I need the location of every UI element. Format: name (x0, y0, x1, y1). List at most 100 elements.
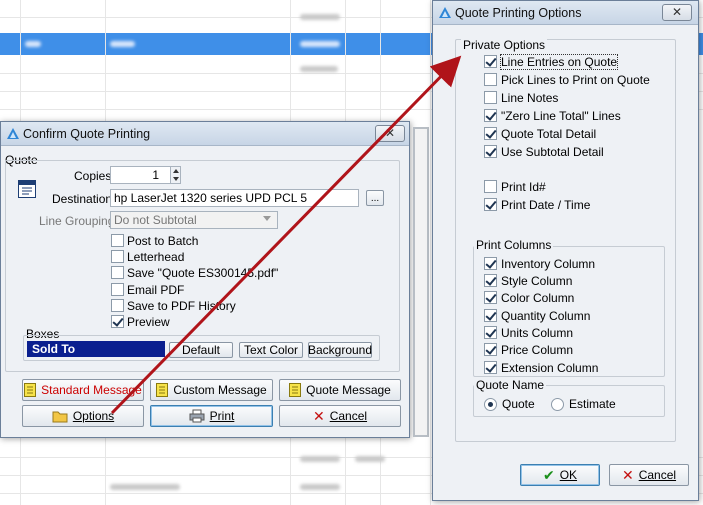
post-to-batch-checkbox[interactable] (111, 234, 124, 247)
copies-spinner[interactable] (170, 166, 181, 184)
form-layout-icon (18, 180, 36, 198)
inventory-column-checkbox[interactable] (484, 257, 497, 270)
options-button[interactable]: Options (22, 405, 144, 427)
zero-line-total-checkbox[interactable] (484, 109, 497, 122)
background-scrollbar (413, 127, 429, 437)
copies-input[interactable]: 1 (110, 166, 172, 184)
email-pdf-label: Email PDF (127, 283, 185, 297)
price-column-checkbox[interactable] (484, 343, 497, 356)
pick-lines-checkbox[interactable] (484, 73, 497, 86)
printer-icon (189, 409, 205, 423)
line-notes-checkbox[interactable] (484, 91, 497, 104)
destination-label: Destination (52, 192, 113, 206)
line-grouping-select[interactable]: Do not Subtotal (110, 211, 278, 229)
line-grouping-label: Line Grouping (39, 214, 115, 228)
save-pdf-checkbox[interactable] (111, 266, 124, 279)
print-label: Print (209, 409, 235, 423)
close-button[interactable]: ✕ (662, 4, 692, 21)
cancel-button[interactable]: ✕ Cancel (279, 405, 401, 427)
folder-icon (52, 411, 68, 423)
close-button[interactable]: ✕ (375, 125, 405, 142)
title-bar[interactable]: Quote Printing Options ✕ (433, 1, 698, 25)
quantity-column-label: Quantity Column (501, 309, 591, 323)
chevron-down-icon[interactable] (263, 216, 271, 221)
cancel-button[interactable]: ✕ Cancel (609, 464, 689, 486)
boxes-list-item[interactable]: Sold To (27, 341, 165, 357)
color-column-label: Color Column (501, 291, 575, 305)
quote-printing-options-dialog: Quote Printing Options ✕ Private Options… (432, 0, 699, 501)
units-column-label: Units Column (501, 326, 574, 340)
line-entries-label: Line Entries on Quote (499, 54, 619, 70)
extension-column-label: Extension Column (501, 361, 599, 375)
preview-checkbox[interactable] (111, 315, 124, 328)
inventory-column-label: Inventory Column (501, 257, 596, 271)
quote-total-detail-checkbox[interactable] (484, 127, 497, 140)
price-column-label: Price Column (501, 343, 574, 357)
close-icon: ✕ (671, 5, 683, 19)
print-button[interactable]: Print (150, 405, 273, 427)
cancel-label: Cancel (329, 409, 368, 423)
quote-radio[interactable] (484, 398, 497, 411)
quote-radio-label: Quote (502, 397, 535, 411)
print-date-time-label: Print Date / Time (501, 198, 591, 212)
quote-message-button[interactable]: Quote Message (279, 379, 401, 401)
line-grouping-value: Do not Subtotal (114, 213, 197, 227)
print-id-checkbox[interactable] (484, 180, 497, 193)
line-entries-checkbox[interactable] (484, 55, 497, 68)
zero-line-total-label: "Zero Line Total" Lines (501, 109, 621, 123)
quantity-column-checkbox[interactable] (484, 309, 497, 322)
preview-label: Preview (127, 315, 170, 329)
title-bar[interactable]: Confirm Quote Printing ✕ (1, 122, 409, 146)
document-icon (156, 383, 169, 397)
default-button[interactable]: Default (169, 342, 233, 358)
destination-input[interactable]: hp LaserJet 1320 series UPD PCL 5 (110, 189, 359, 207)
boxes-item-label: Sold To (32, 342, 76, 356)
cancel-label: Cancel (638, 468, 677, 482)
text-color-button[interactable]: Text Color (239, 342, 303, 358)
line-notes-label: Line Notes (501, 91, 559, 105)
close-icon: ✕ (384, 126, 396, 140)
save-pdf-label: Save "Quote ES300145.pdf" (127, 266, 279, 280)
checkmark-icon: ✔ (542, 466, 555, 483)
browse-printer-button[interactable]: ... (366, 190, 384, 206)
quote-total-detail-label: Quote Total Detail (501, 127, 597, 141)
background-button[interactable]: Background (308, 342, 372, 358)
style-column-checkbox[interactable] (484, 274, 497, 287)
spin-up-icon[interactable] (173, 169, 179, 173)
subtotal-detail-label: Use Subtotal Detail (501, 145, 604, 159)
quote-message-label: Quote Message (306, 383, 391, 397)
standard-message-label: Standard Message (41, 383, 142, 397)
save-pdf-history-label: Save to PDF History (127, 299, 236, 313)
standard-message-button[interactable]: Standard Message (22, 379, 144, 401)
email-pdf-checkbox[interactable] (111, 283, 124, 296)
estimate-radio-label: Estimate (569, 397, 616, 411)
ok-button[interactable]: ✔ OK (520, 464, 600, 486)
letterhead-checkbox[interactable] (111, 250, 124, 263)
letterhead-label: Letterhead (127, 250, 185, 264)
custom-message-button[interactable]: Custom Message (150, 379, 273, 401)
spin-down-icon[interactable] (173, 177, 179, 181)
subtotal-detail-checkbox[interactable] (484, 145, 497, 158)
extension-column-checkbox[interactable] (484, 361, 497, 374)
units-column-checkbox[interactable] (484, 326, 497, 339)
estimate-radio[interactable] (551, 398, 564, 411)
dialog-title: Quote Printing Options (455, 6, 582, 20)
quote-name-label: Quote Name (474, 378, 547, 392)
save-pdf-history-checkbox[interactable] (111, 299, 124, 312)
copies-label: Copies (74, 169, 112, 183)
print-columns-label: Print Columns (474, 238, 554, 252)
post-to-batch-label: Post to Batch (127, 234, 199, 248)
x-icon: ✕ (621, 466, 634, 483)
print-date-time-checkbox[interactable] (484, 198, 497, 211)
custom-message-label: Custom Message (173, 383, 267, 397)
ok-label: OK (559, 468, 578, 482)
color-column-checkbox[interactable] (484, 291, 497, 304)
app-logo-icon (439, 7, 451, 18)
dialog-title: Confirm Quote Printing (23, 127, 151, 141)
style-column-label: Style Column (501, 274, 573, 288)
private-options-label: Private Options (461, 38, 548, 52)
app-logo-icon (7, 128, 19, 139)
print-id-label: Print Id# (501, 180, 546, 194)
pick-lines-label: Pick Lines to Print on Quote (501, 73, 650, 87)
options-label: Options (72, 409, 115, 423)
